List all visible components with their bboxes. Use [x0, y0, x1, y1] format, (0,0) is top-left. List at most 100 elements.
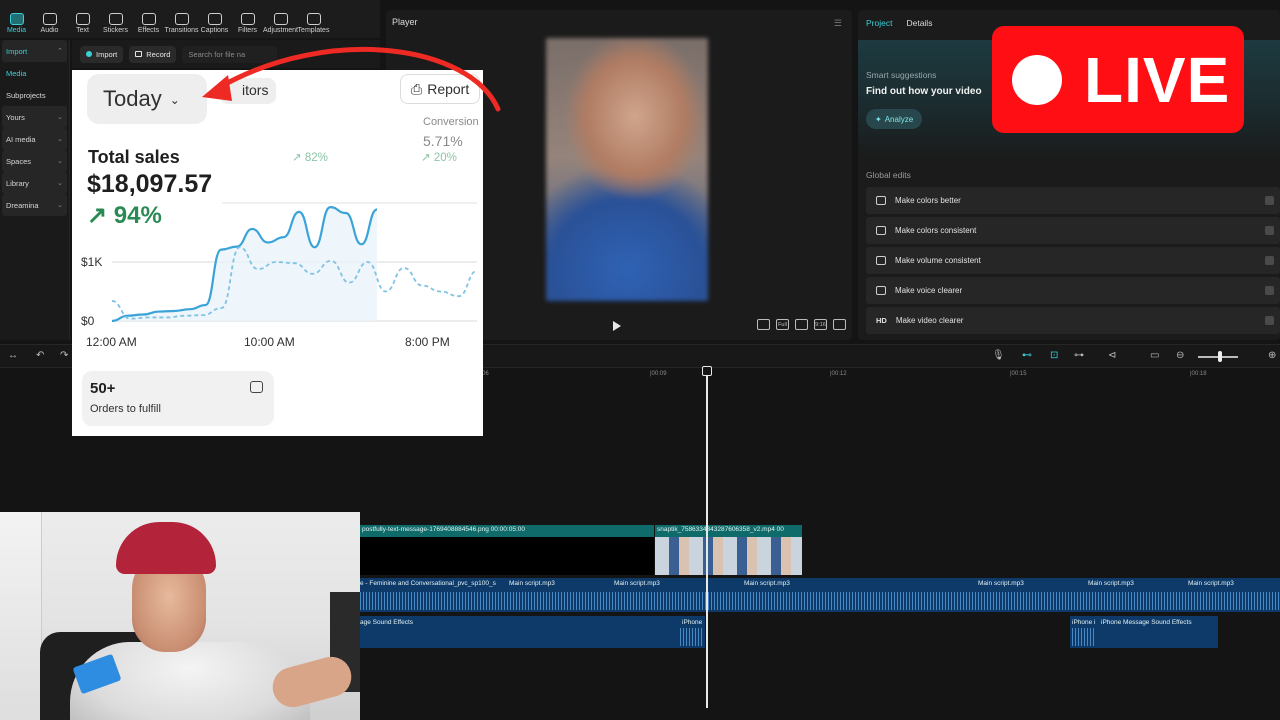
global-edit-row[interactable]: HD Make video clearer [866, 307, 1280, 334]
audio-icon [42, 13, 57, 25]
expand-icon[interactable] [833, 319, 846, 330]
sidebar-item-library[interactable]: Library ⌄ [2, 172, 67, 194]
tab-project[interactable]: Project [866, 18, 892, 28]
tool-label: Media [6, 27, 27, 34]
total-sales-value: $18,097.57 [87, 170, 213, 198]
templates-icon [306, 13, 321, 25]
chevron-icon: ⌄ [57, 158, 63, 165]
chevron-icon: ⌄ [57, 136, 63, 143]
analyze-label: Analyze [884, 114, 914, 124]
audio-clip-label: Main script.mp3 [1088, 580, 1134, 587]
x-tick-label: 8:00 PM [405, 335, 450, 349]
orders-count: 50+ [90, 380, 116, 397]
sidebar-item-dreamina[interactable]: Dreamina ⌄ [2, 194, 67, 216]
sidebar-item-label: Library [6, 178, 29, 188]
sidebar-item-ai-media[interactable]: AI media ⌄ [2, 128, 67, 150]
play-icon[interactable] [613, 321, 621, 331]
global-edit-row[interactable]: Make voice clearer [866, 277, 1280, 304]
video-preview [546, 38, 708, 301]
zoom-out-icon[interactable]: ⊖ [1176, 350, 1184, 361]
link-icon[interactable]: ⊷ [1022, 350, 1032, 361]
microphone-icon[interactable]: 🎙 [992, 350, 1005, 361]
crop-icon[interactable] [757, 319, 770, 330]
inbox-icon [250, 381, 263, 393]
snapshot-icon[interactable] [795, 319, 808, 330]
ruler-tick: |00:12 [830, 371, 847, 377]
tool-media[interactable]: Media [0, 0, 33, 38]
tab-details[interactable]: Details [906, 18, 932, 28]
sidebar-item-yours[interactable]: Yours ⌄ [2, 106, 67, 128]
tool-audio[interactable]: Audio [33, 0, 66, 38]
live-dot-icon [1012, 54, 1062, 105]
clip-label: snaptik_7586334343287606358_v2.mp4 00 [657, 526, 784, 533]
analyze-button[interactable]: ✦ Analyze [866, 109, 923, 129]
toggle-switch[interactable] [1265, 226, 1274, 235]
x-tick-label: 10:00 AM [244, 335, 295, 349]
total-sales-change: ↗ 94% [87, 202, 162, 229]
tool-effects[interactable]: Effects [132, 0, 165, 38]
global-edit-row[interactable]: Make colors better [866, 187, 1280, 214]
playhead-handle[interactable] [702, 366, 712, 376]
global-edit-row[interactable]: Make colors consistent [866, 217, 1280, 244]
global-edits-label: Global edits [866, 170, 911, 180]
waveform-icon [876, 286, 886, 295]
period-label: Today [103, 86, 162, 111]
ruler-tick: |00:15 [1010, 371, 1027, 377]
palette-icon [876, 226, 886, 235]
y-tick-label: $1K [81, 255, 102, 269]
tool-stickers[interactable]: Stickers [99, 0, 132, 38]
toggle-switch[interactable] [1265, 256, 1274, 265]
caption-icon[interactable]: ▭ [1150, 350, 1159, 361]
sfx-clip-label: iPhone i [1072, 619, 1096, 626]
import-button[interactable]: Import [80, 45, 124, 63]
toggle-switch[interactable] [1265, 316, 1274, 325]
cam-shelf [0, 512, 42, 720]
toggle-switch[interactable] [1265, 286, 1274, 295]
record-button[interactable]: Record [129, 45, 177, 63]
global-edit-label: Make volume consistent [895, 256, 981, 265]
voiceover-track[interactable]: e - Feminine and Conversational_pvc_sp10… [360, 578, 1280, 612]
tool-text[interactable]: Text [66, 0, 99, 38]
player-menu-icon[interactable]: ☰ [834, 18, 842, 29]
zoom-in-icon[interactable]: ⊕ [1268, 350, 1276, 361]
chevron-icon: ⌃ [57, 48, 63, 55]
audio-waveform [360, 592, 1280, 610]
orders-card[interactable]: 50+ Orders to fulfill [82, 371, 274, 426]
split-icon[interactable]: ⊲ [1108, 350, 1116, 361]
global-edit-label: Make colors consistent [895, 226, 977, 235]
sidebar-item-label: AI media [6, 134, 36, 144]
redo-icon[interactable]: ↷ [60, 350, 68, 361]
sidebar-item-import[interactable]: Import ⌃ [2, 40, 67, 62]
sales-overlay-card: $0 $1K 12:00 AM 10:00 AM 8:00 PM itors Today… [72, 70, 483, 436]
sfx-track[interactable]: iPhone i iPhone Message Sound Effects [1070, 616, 1218, 648]
sidebar-item-media[interactable]: Media [2, 62, 67, 84]
smart-suggestions-title: Find out how your video [866, 86, 982, 97]
ruler-tick: |00:18 [1190, 371, 1207, 377]
ruler-tick: |00:09 [650, 371, 667, 377]
playhead[interactable] [706, 368, 708, 708]
chain-icon[interactable]: ⊶ [1074, 350, 1084, 361]
ratio-icon[interactable]: 9:16 [814, 319, 827, 330]
sfx-track[interactable]: age Sound Effects iPhone [360, 616, 705, 648]
audio-clip-label: Main script.mp3 [744, 580, 790, 587]
audio-clip-label: Main script.mp3 [614, 580, 660, 587]
toggle-switch[interactable] [1265, 196, 1274, 205]
undo-icon[interactable]: ↶ [36, 350, 44, 361]
zoom-slider-handle[interactable] [1218, 351, 1222, 362]
adjustment-icon [273, 13, 288, 25]
global-edit-row[interactable]: Make volume consistent [866, 247, 1280, 274]
arrow-head-icon [202, 75, 232, 101]
ruler-tick: 06 [482, 371, 489, 377]
video-clip[interactable]: snaptik_7586334343287606358_v2.mp4 00 [655, 525, 802, 575]
sidebar-item-spaces[interactable]: Spaces ⌄ [2, 150, 67, 172]
live-text: LIVE [1084, 43, 1231, 116]
player-controls: Full 9:16 [757, 319, 846, 330]
select-tool-icon[interactable]: ↔ [8, 350, 18, 361]
conversion-value: 5.71% [423, 133, 463, 149]
magnet-icon[interactable]: ⊡ [1050, 350, 1058, 361]
fullscreen-quality-icon[interactable]: Full [776, 319, 789, 330]
sliders-icon [876, 256, 886, 265]
sidebar-item-subprojects[interactable]: Subprojects [2, 84, 67, 106]
image-clip[interactable]: postfully-text-message-1769408884546.png… [360, 525, 654, 575]
sfx-clip-label: iPhone [682, 619, 703, 626]
